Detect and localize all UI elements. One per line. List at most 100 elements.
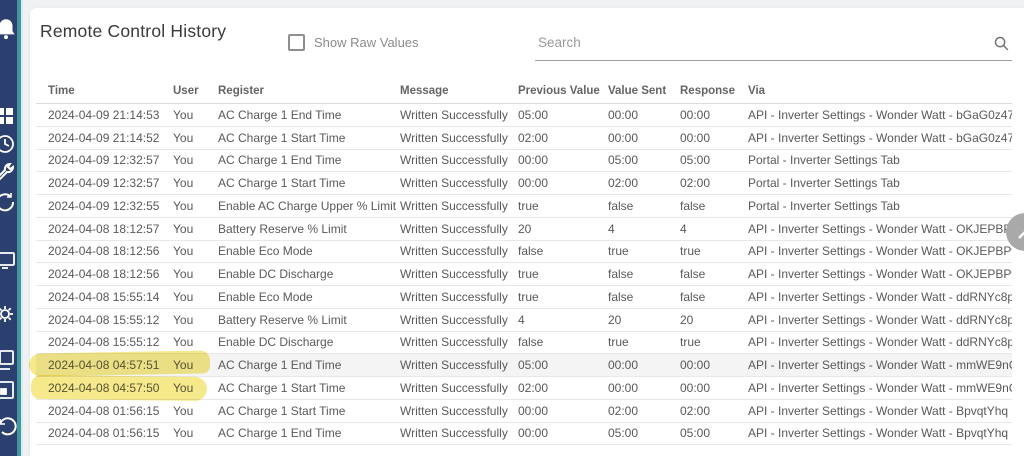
table-cell-value_sent: 02:00 (608, 176, 680, 190)
monitor-icon[interactable] (0, 248, 17, 272)
copy-icon[interactable] (0, 348, 17, 372)
table-cell-message: Written Successfully (400, 381, 518, 395)
refresh-icon[interactable] (0, 190, 17, 214)
table-cell-response: false (680, 199, 748, 213)
table-row[interactable]: 2024-04-08 18:12:56YouEnable DC Discharg… (36, 263, 1012, 286)
table-cell-time: 2024-04-08 01:56:15 (36, 404, 173, 418)
column-header-register[interactable]: Register (218, 85, 400, 97)
gear-icon[interactable] (0, 302, 17, 326)
search-input[interactable] (536, 34, 980, 51)
table-cell-user: You (173, 176, 218, 190)
table-cell-register: AC Charge 1 Start Time (218, 404, 400, 418)
table-cell-previous_value: 00:00 (518, 176, 608, 190)
table-cell-register: Battery Reserve % Limit (218, 313, 400, 327)
table-cell-user: You (173, 381, 218, 395)
table-cell-message: Written Successfully (400, 267, 518, 281)
table-cell-message: Written Successfully (400, 199, 518, 213)
table-body: 2024-04-09 21:14:53YouAC Charge 1 End Ti… (36, 104, 1012, 445)
show-raw-values-label: Show Raw Values (314, 35, 419, 50)
table-cell-time: 2024-04-09 12:32:55 (36, 199, 173, 213)
table-cell-response: true (680, 244, 748, 258)
table-cell-previous_value: true (518, 290, 608, 304)
table-cell-value_sent: 00:00 (608, 381, 680, 395)
table-cell-time: 2024-04-08 15:55:14 (36, 290, 173, 304)
sidebar (0, 0, 23, 456)
bell-icon[interactable] (0, 16, 19, 42)
table-cell-value_sent: 05:00 (608, 426, 680, 440)
table-row[interactable]: 2024-04-08 04:57:50YouAC Charge 1 Start … (36, 377, 1012, 400)
table-cell-previous_value: 02:00 (518, 131, 608, 145)
table-cell-response: 00:00 (680, 108, 748, 122)
table-cell-response: 20 (680, 313, 748, 327)
table-cell-user: You (173, 358, 218, 372)
table-cell-user: You (173, 313, 218, 327)
table-cell-register: AC Charge 1 End Time (218, 153, 400, 167)
clock-icon[interactable] (0, 132, 17, 156)
table-cell-message: Written Successfully (400, 358, 518, 372)
table-cell-message: Written Successfully (400, 153, 518, 167)
column-header-message[interactable]: Message (400, 85, 518, 97)
column-header-time[interactable]: Time (36, 85, 173, 97)
table-cell-via: API - Inverter Settings - Wonder Watt - … (748, 222, 1012, 236)
table-cell-response: 02:00 (680, 176, 748, 190)
table-row[interactable]: 2024-04-08 01:56:15YouAC Charge 1 Start … (36, 400, 1012, 423)
table-row[interactable]: 2024-04-08 18:12:56YouEnable Eco ModeWri… (36, 241, 1012, 264)
panel-icon[interactable] (0, 378, 17, 402)
table-cell-response: 05:00 (680, 426, 748, 440)
table-cell-time: 2024-04-09 21:14:52 (36, 131, 173, 145)
show-raw-values-checkbox[interactable] (288, 34, 305, 51)
table-row[interactable]: 2024-04-08 15:55:14YouEnable Eco ModeWri… (36, 286, 1012, 309)
table-cell-time: 2024-04-08 01:56:15 (36, 426, 173, 440)
table-row[interactable]: 2024-04-09 21:14:52YouAC Charge 1 Start … (36, 127, 1012, 150)
table-row[interactable]: 2024-04-08 15:55:12YouBattery Reserve % … (36, 309, 1012, 332)
column-header-user[interactable]: User (173, 85, 218, 97)
table-cell-response: 00:00 (680, 131, 748, 145)
table-cell-via: API - Inverter Settings - Wonder Watt - … (748, 404, 1012, 418)
table-row[interactable]: 2024-04-09 12:32:55YouEnable AC Charge U… (36, 195, 1012, 218)
table-cell-user: You (173, 267, 218, 281)
table-row[interactable]: 2024-04-08 15:55:12YouEnable DC Discharg… (36, 332, 1012, 355)
table-cell-time: 2024-04-08 18:12:56 (36, 244, 173, 258)
column-header-via[interactable]: Via (748, 85, 1012, 97)
table-cell-value_sent: 00:00 (608, 108, 680, 122)
table-cell-response: false (680, 290, 748, 304)
table-cell-time: 2024-04-08 15:55:12 (36, 335, 173, 349)
table-row[interactable]: 2024-04-08 18:12:57YouBattery Reserve % … (36, 218, 1012, 241)
table-row[interactable]: 2024-04-09 12:32:57YouAC Charge 1 Start … (36, 172, 1012, 195)
table-cell-via: API - Inverter Settings - Wonder Watt - … (748, 426, 1012, 440)
undo-icon[interactable] (0, 414, 17, 438)
table-cell-time: 2024-04-09 12:32:57 (36, 153, 173, 167)
wrench-icon[interactable] (0, 161, 17, 185)
table-cell-message: Written Successfully (400, 176, 518, 190)
table-cell-time: 2024-04-08 04:57:51 (36, 358, 173, 372)
table-cell-user: You (173, 335, 218, 349)
table-cell-register: Enable Eco Mode (218, 244, 400, 258)
table-cell-user: You (173, 244, 218, 258)
column-header-value_sent[interactable]: Value Sent (608, 85, 680, 97)
table-cell-previous_value: true (518, 199, 608, 213)
table-cell-message: Written Successfully (400, 222, 518, 236)
table-cell-value_sent: 00:00 (608, 131, 680, 145)
search-icon[interactable] (993, 35, 1010, 52)
column-header-response[interactable]: Response (680, 85, 748, 97)
table-cell-register: AC Charge 1 End Time (218, 108, 400, 122)
table-cell-message: Written Successfully (400, 290, 518, 304)
table-cell-user: You (173, 108, 218, 122)
table-cell-message: Written Successfully (400, 426, 518, 440)
table-cell-via: API - Inverter Settings - Wonder Watt - … (748, 381, 1012, 395)
table-cell-via: API - Inverter Settings - Wonder Watt - … (748, 290, 1012, 304)
column-header-previous_value[interactable]: Previous Value (518, 85, 608, 97)
table-cell-value_sent: false (608, 290, 680, 304)
search-field (535, 30, 1012, 61)
grid-icon[interactable] (0, 104, 17, 128)
table-cell-register: Enable DC Discharge (218, 335, 400, 349)
table-row[interactable]: 2024-04-08 01:56:15YouAC Charge 1 End Ti… (36, 423, 1012, 446)
table-cell-time: 2024-04-08 18:12:57 (36, 222, 173, 236)
table-cell-response: true (680, 335, 748, 349)
table-header-row: TimeUserRegisterMessagePrevious ValueVal… (36, 78, 1012, 104)
table-row[interactable]: 2024-04-09 12:32:57YouAC Charge 1 End Ti… (36, 150, 1012, 173)
table-row[interactable]: 2024-04-08 04:57:51YouAC Charge 1 End Ti… (36, 354, 1012, 377)
table-cell-value_sent: true (608, 244, 680, 258)
content-card: Remote Control History Show Raw Values T… (30, 8, 1024, 456)
table-row[interactable]: 2024-04-09 21:14:53YouAC Charge 1 End Ti… (36, 104, 1012, 127)
